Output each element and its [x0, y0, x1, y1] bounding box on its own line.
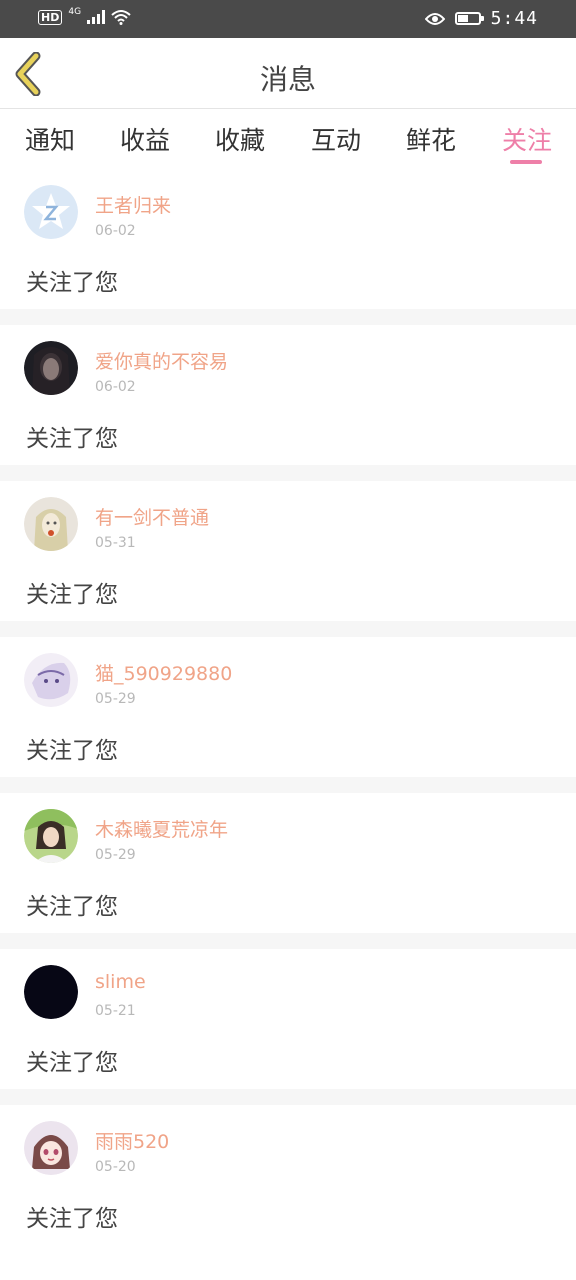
list-item[interactable]: 木森曦夏荒凉年 05-29 关注了您: [0, 793, 576, 933]
notification-message: 关注了您: [26, 270, 118, 296]
user-name[interactable]: 猫_590929880: [95, 659, 232, 686]
notification-message: 关注了您: [26, 894, 118, 920]
notification-message: 关注了您: [26, 1050, 118, 1076]
tab-earnings[interactable]: 收益: [120, 121, 170, 157]
user-name[interactable]: 木森曦夏荒凉年: [95, 815, 228, 842]
list-item[interactable]: 有一剑不普通 05-31 关注了您: [0, 481, 576, 621]
divider: [0, 1089, 576, 1105]
battery-level: [457, 15, 468, 22]
user-photo: [24, 1121, 78, 1175]
divider: [0, 621, 576, 637]
notification-message: 关注了您: [26, 738, 118, 764]
wifi-icon: [111, 10, 131, 25]
avatar[interactable]: [24, 341, 78, 395]
divider: [0, 933, 576, 949]
notification-date: 05-21: [95, 1003, 136, 1019]
tab-notifications[interactable]: 通知: [25, 121, 75, 157]
notification-date: 05-31: [95, 535, 136, 551]
tab-flowers[interactable]: 鲜花: [406, 121, 456, 157]
avatar[interactable]: [24, 497, 78, 551]
user-photo: [24, 341, 78, 395]
notification-date: 06-02: [95, 223, 136, 239]
battery-icon: [454, 12, 484, 25]
user-photo: [24, 809, 78, 863]
user-photo: [24, 497, 78, 551]
tab-favorites[interactable]: 收藏: [215, 121, 265, 157]
notification-date: 05-29: [95, 847, 136, 863]
notification-message: 关注了您: [26, 426, 118, 452]
list-item[interactable]: 爱你真的不容易 06-02 关注了您: [0, 325, 576, 465]
signal-icon: [87, 10, 106, 24]
notification-date: 05-20: [95, 1159, 136, 1175]
avatar[interactable]: [24, 1121, 78, 1175]
notification-date: 05-29: [95, 691, 136, 707]
user-name[interactable]: 王者归来: [95, 191, 171, 218]
user-name[interactable]: slime: [95, 971, 146, 993]
user-name[interactable]: 雨雨520: [95, 1127, 169, 1154]
user-name[interactable]: 有一剑不普通: [95, 503, 209, 530]
list-item[interactable]: 雨雨520 05-20 关注了您: [0, 1105, 576, 1245]
user-photo: [24, 653, 78, 707]
status-bar: HD 4G 5:44: [0, 0, 576, 38]
eye-icon: [424, 12, 445, 25]
divider: [0, 465, 576, 481]
user-name[interactable]: 爱你真的不容易: [95, 347, 228, 374]
status-left: HD 4G: [38, 7, 131, 25]
clock: 5:44: [490, 8, 538, 29]
hd-badge: HD: [38, 9, 63, 25]
list-item[interactable]: 王者归来 06-02 关注了您: [0, 169, 576, 309]
active-tab-indicator: [510, 160, 542, 164]
tab-bar: 通知 收益 收藏 互动 鲜花 关注: [0, 109, 576, 169]
network-type: 4G: [68, 7, 82, 17]
user-photo: [24, 965, 78, 1019]
default-avatar-icon: [24, 185, 78, 239]
tab-follows[interactable]: 关注: [502, 121, 552, 157]
avatar[interactable]: [24, 809, 78, 863]
notification-message: 关注了您: [26, 1206, 118, 1232]
divider: [0, 309, 576, 325]
list-item[interactable]: slime 05-21 关注了您: [0, 949, 576, 1089]
avatar[interactable]: [24, 965, 78, 1019]
list-item[interactable]: 猫_590929880 05-29 关注了您: [0, 637, 576, 777]
notification-message: 关注了您: [26, 582, 118, 608]
divider: [0, 777, 576, 793]
tab-interactions[interactable]: 互动: [311, 121, 361, 157]
avatar[interactable]: [24, 185, 78, 239]
app-header: 消息: [0, 38, 576, 109]
page-title: 消息: [259, 63, 316, 96]
status-right: 5:44: [424, 8, 538, 29]
notification-date: 06-02: [95, 379, 136, 395]
avatar[interactable]: [24, 653, 78, 707]
